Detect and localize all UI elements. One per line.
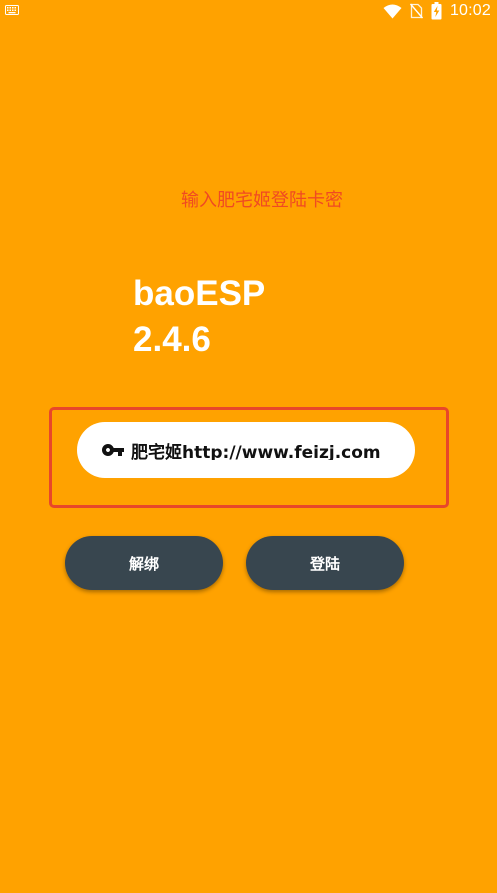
status-time: 10:02: [449, 2, 491, 19]
app-name: baoESP: [133, 274, 266, 313]
unbind-button[interactable]: 解绑: [65, 536, 223, 590]
key-icon: [102, 444, 124, 456]
app-version: 2.4.6: [133, 320, 211, 359]
no-sim-icon: [409, 3, 423, 19]
status-icons: 10:02: [383, 0, 491, 22]
keyboard-icon: [5, 5, 19, 15]
login-prompt: 输入肥宅姬登陆卡密: [181, 190, 343, 211]
battery-charging-icon: [431, 2, 442, 20]
card-key-field[interactable]: [77, 422, 415, 478]
card-key-input[interactable]: [131, 440, 411, 460]
status-bar: 10:02: [0, 0, 497, 22]
wifi-icon: [383, 4, 402, 18]
login-button[interactable]: 登陆: [246, 536, 404, 590]
